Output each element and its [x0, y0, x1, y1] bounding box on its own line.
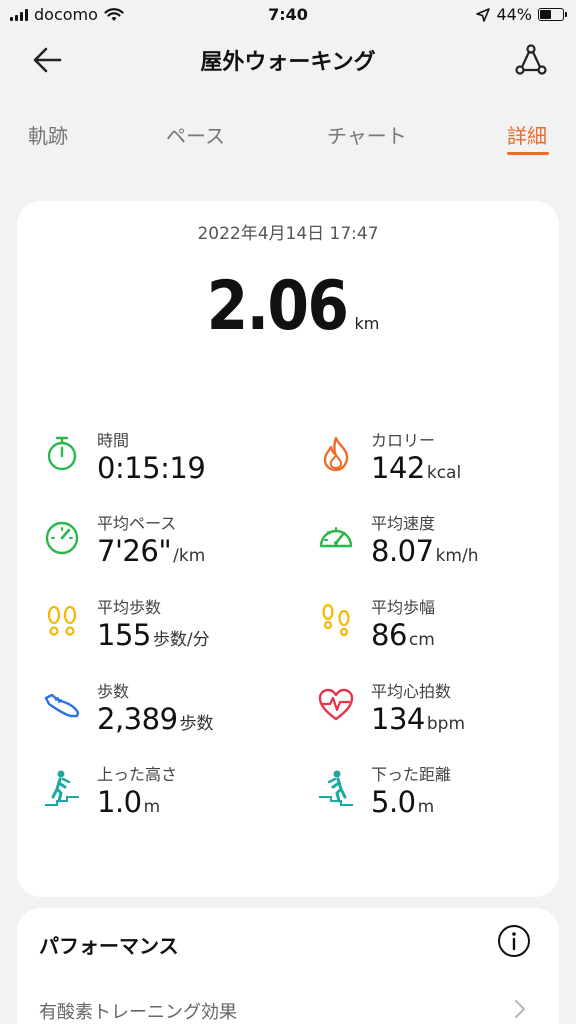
flame-icon — [323, 436, 349, 472]
stride-icon — [322, 603, 350, 637]
battery-percent: 44% — [496, 5, 532, 24]
metric-value: 86 — [371, 618, 407, 652]
metric-time: 時間 0:15:19 — [43, 427, 283, 505]
metric-avg-speed: 平均速度 8.07 km/h — [317, 510, 557, 588]
performance-title: パフォーマンス — [39, 934, 179, 958]
metric-label: 平均速度 — [371, 514, 436, 533]
metric-label: 平均歩数 — [97, 598, 162, 617]
metric-avg-cadence: 平均歩数 155 歩数/分 — [43, 594, 283, 672]
footprints-icon — [47, 605, 77, 636]
tab-chart[interactable]: チャート — [327, 120, 407, 149]
active-tab-indicator — [507, 152, 549, 155]
metric-avg-pace: 平均ペース 7'26"/km — [43, 510, 283, 588]
location-arrow-icon — [476, 7, 491, 22]
tab-bar: 軌跡 ペース チャート 詳細 — [0, 112, 576, 160]
metric-ascent: 上った高さ 1.0 m — [43, 761, 283, 839]
metric-unit: kcal — [426, 463, 462, 483]
metric-label: 平均ペース — [97, 514, 177, 533]
metric-unit: 歩数/分 — [152, 630, 210, 650]
metric-value: 8.07 — [371, 534, 434, 568]
metric-value: 0:15:19 — [97, 451, 206, 485]
performance-card: パフォーマンス 有酸素トレーニング効果 — [17, 908, 559, 1024]
distance-display: 2.06 km — [17, 267, 559, 346]
aerobic-training-effect-item[interactable]: 有酸素トレーニング効果 — [39, 998, 237, 1024]
tab-details[interactable]: 詳細 — [507, 120, 547, 149]
metric-unit: m — [143, 797, 161, 817]
info-icon[interactable] — [497, 924, 531, 958]
metric-label: カロリー — [371, 431, 436, 450]
metric-avg-stride: 平均歩幅 86 cm — [317, 594, 557, 672]
metric-value: 1.0 — [97, 785, 142, 819]
metric-value: 5.0 — [371, 785, 416, 819]
metric-value: 142 — [371, 451, 425, 485]
metric-avg-heart-rate: 平均心拍数 134 bpm — [317, 678, 557, 756]
page-title: 屋外ウォーキング — [200, 50, 376, 75]
pace-gauge-icon — [45, 521, 79, 555]
climb-up-icon — [45, 770, 79, 806]
stopwatch-icon — [47, 436, 77, 471]
metric-unit: m — [417, 797, 435, 817]
workout-summary-card: 2022年4月14日 17:47 2.06 km 時間 0:15:19 カロリー … — [17, 201, 559, 897]
metric-unit: 歩数 — [179, 714, 214, 734]
metric-value: 155 — [97, 618, 151, 652]
metric-label: 時間 — [97, 431, 130, 450]
metric-unit: km/h — [435, 546, 479, 566]
metric-steps: 歩数 2,389 歩数 — [43, 678, 283, 756]
header: 屋外ウォーキング — [0, 32, 576, 88]
shoe-icon — [44, 693, 80, 718]
metric-label: 下った距離 — [371, 765, 452, 784]
status-right: 44% — [476, 5, 567, 24]
tab-track[interactable]: 軌跡 — [28, 120, 68, 149]
metric-value: 7'26" — [97, 534, 172, 568]
metric-unit: /km — [173, 546, 206, 566]
metric-calories: カロリー 142 kcal — [317, 427, 557, 505]
metric-unit: bpm — [426, 714, 466, 734]
metric-value: 2,389 — [97, 702, 178, 736]
tab-pace[interactable]: ペース — [166, 120, 225, 149]
battery-icon — [538, 8, 567, 21]
status-bar: docomo 7:40 44% — [0, 0, 576, 32]
workout-date: 2022年4月14日 17:47 — [197, 224, 379, 244]
chevron-right-icon[interactable] — [513, 998, 527, 1020]
metric-value: 134 — [371, 702, 425, 736]
heart-rate-icon — [318, 688, 354, 721]
climb-down-icon — [319, 770, 353, 806]
metric-descent: 下った距離 5.0 m — [317, 761, 557, 839]
speedometer-icon — [319, 527, 353, 548]
metric-unit: cm — [408, 630, 435, 650]
metric-label: 歩数 — [97, 682, 130, 701]
metric-label: 平均歩幅 — [371, 598, 436, 617]
distance-unit: km — [354, 314, 380, 333]
metric-label: 上った高さ — [97, 765, 178, 784]
route-icon[interactable] — [512, 42, 550, 78]
distance-value: 2.06 — [206, 267, 348, 346]
metric-label: 平均心拍数 — [371, 682, 452, 701]
